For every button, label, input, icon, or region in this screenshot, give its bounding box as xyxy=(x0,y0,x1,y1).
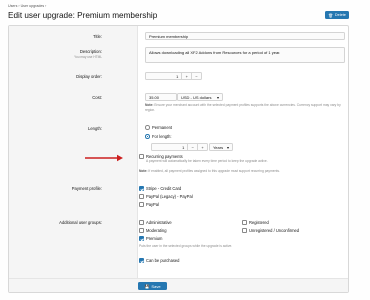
unregistered-checkbox[interactable] xyxy=(242,228,247,233)
length-amount-stepper[interactable]: 1 − + xyxy=(151,143,208,151)
cost-label: Cost: xyxy=(92,95,102,100)
group-option-registered[interactable]: Registered xyxy=(242,220,269,225)
description-hint: You may use HTML xyxy=(74,55,102,59)
paypal-checkbox[interactable] xyxy=(139,202,144,207)
recurring-hint: A payment will automatically be taken ev… xyxy=(146,159,268,163)
page-title: Edit user upgrade: Premium membership xyxy=(8,11,158,20)
delete-button-label: Delete xyxy=(334,13,346,17)
payment-profile-label: Payment profile: xyxy=(71,186,102,191)
can-purchase-option[interactable]: Can be purchased xyxy=(139,258,179,263)
payment-option-paypal-legacy[interactable]: PayPal (Legacy) - PayPal xyxy=(139,194,193,199)
payment-option-stripe[interactable]: Stripe - Credit Card xyxy=(139,186,181,191)
moderating-checkbox[interactable] xyxy=(139,228,144,233)
length-for-length-option[interactable]: For length: xyxy=(145,134,172,139)
length-permanent-option[interactable]: Permanent xyxy=(145,125,172,130)
increment-button[interactable]: − xyxy=(191,73,201,79)
length-label: Length: xyxy=(88,126,102,131)
length-amount-value[interactable]: 1 xyxy=(152,144,187,150)
group-option-moderating[interactable]: Moderating xyxy=(139,228,166,233)
recurring-checkbox[interactable] xyxy=(139,154,144,159)
group-option-premium[interactable]: Premium xyxy=(139,236,162,241)
display-order-stepper[interactable]: 1 + − xyxy=(145,72,202,80)
red-arrow-annotation xyxy=(85,154,123,162)
administrative-checkbox[interactable] xyxy=(139,220,144,225)
length-unit-select[interactable]: Years ▾ xyxy=(209,143,233,151)
cost-input[interactable]: 35.00 xyxy=(145,93,177,101)
payment-option-paypal[interactable]: PayPal xyxy=(139,202,159,207)
delete-button[interactable]: 🗑 Delete xyxy=(325,11,349,19)
chevron-down-icon: ▾ xyxy=(226,144,229,150)
currency-select[interactable]: USD - US dollars ▾ xyxy=(177,93,223,101)
currency-value: USD - US dollars xyxy=(181,94,212,100)
user-groups-label: Additional user groups: xyxy=(59,220,102,225)
length-unit-value: Years xyxy=(213,144,224,150)
paypal-legacy-checkbox[interactable] xyxy=(139,194,144,199)
title-label: Title: xyxy=(93,34,102,39)
registered-checkbox[interactable] xyxy=(242,220,247,225)
title-input[interactable]: Premium membership xyxy=(145,32,345,40)
save-icon: 💾 xyxy=(144,283,150,289)
save-button[interactable]: 💾 Save xyxy=(138,282,167,290)
breadcrumb[interactable]: Users › User upgrades › xyxy=(8,4,46,8)
form-footer: 💾 Save xyxy=(9,278,348,292)
chevron-down-icon: ▾ xyxy=(216,94,219,100)
length-decrement-button[interactable]: − xyxy=(187,144,197,150)
can-purchase-checkbox[interactable] xyxy=(139,258,144,263)
decrement-button[interactable]: + xyxy=(181,73,191,79)
description-label: Description: xyxy=(79,49,102,54)
group-option-unregistered[interactable]: Unregistered / Unconfirmed xyxy=(242,228,299,233)
display-order-value[interactable]: 1 xyxy=(146,73,181,79)
upgrade-form: Title: Premium membership Description: Y… xyxy=(8,25,349,293)
radio-for-length[interactable] xyxy=(145,134,150,139)
cost-note: Note: Ensure your merchant account with … xyxy=(145,103,341,112)
trash-icon: 🗑 xyxy=(328,13,333,18)
display-order-label: Display order: xyxy=(76,74,102,79)
premium-checkbox[interactable] xyxy=(139,236,144,241)
save-button-label: Save xyxy=(151,283,161,289)
radio-permanent[interactable] xyxy=(145,125,150,130)
stripe-checkbox[interactable] xyxy=(139,186,144,191)
user-groups-hint: Puts the user in the selected groups whi… xyxy=(139,244,233,248)
description-textarea[interactable]: Allows downloading all XF2 Addons from R… xyxy=(145,47,345,63)
group-option-administrative[interactable]: Administrative xyxy=(139,220,172,225)
recurring-note: Note: If enabled, all payment profiles a… xyxy=(139,169,280,173)
length-increment-button[interactable]: + xyxy=(197,144,207,150)
